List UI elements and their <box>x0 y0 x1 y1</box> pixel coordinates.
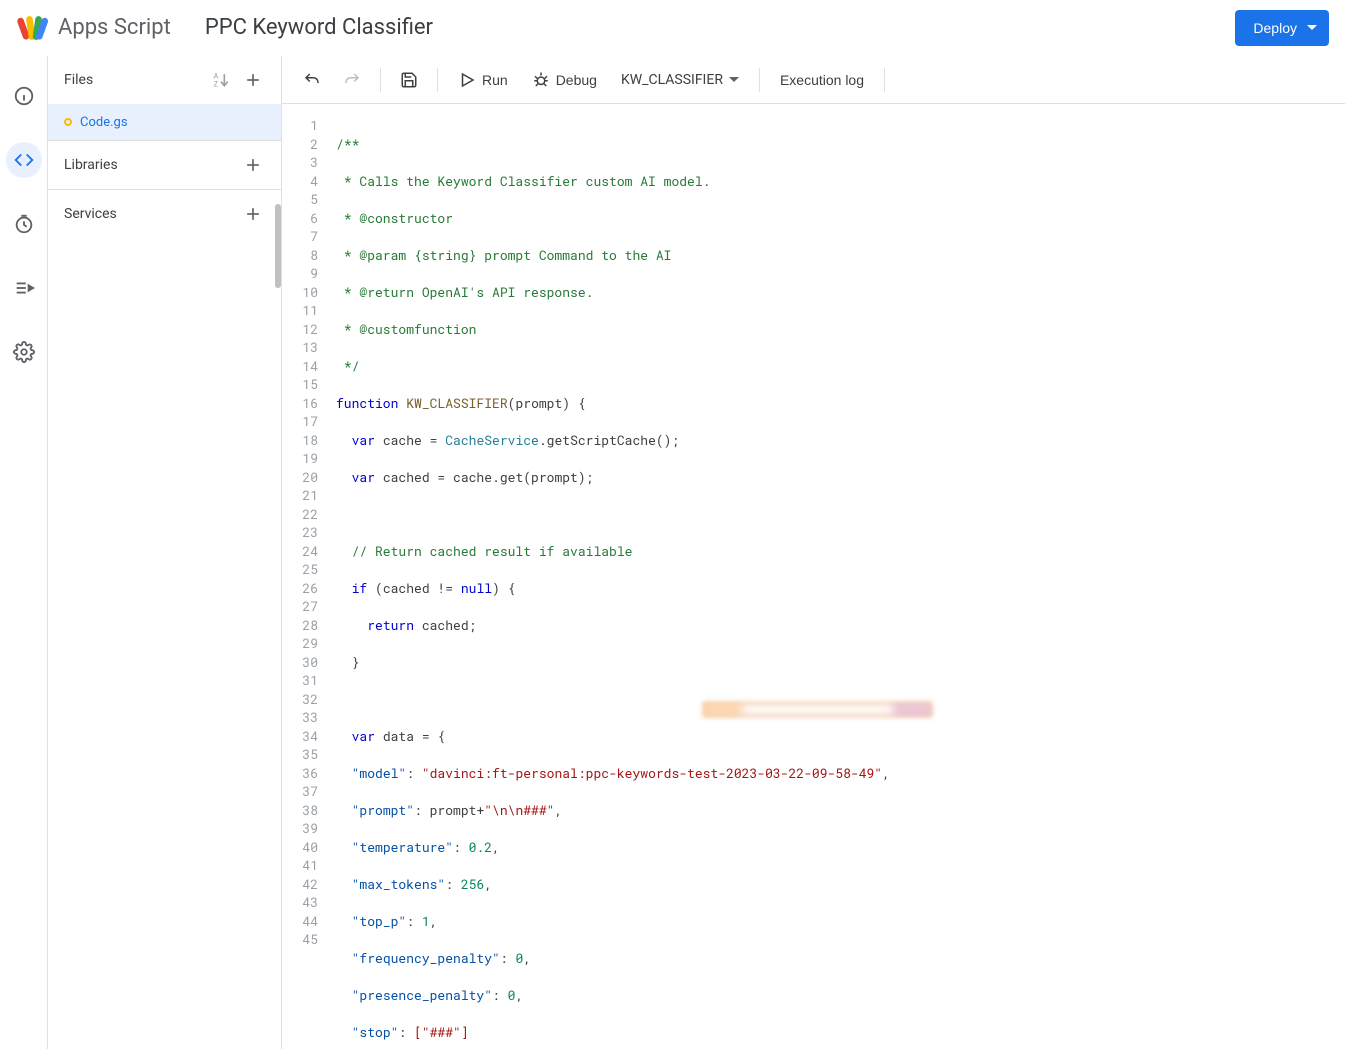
redacted-api-key <box>702 701 933 718</box>
files-header: Files AZ <box>48 56 281 104</box>
editor-toolbar: Run Debug KW_CLASSIFIER Execution log <box>282 56 1345 104</box>
apps-script-logo-icon <box>16 12 48 44</box>
exec-log-label: Execution log <box>780 72 864 88</box>
triggers-icon[interactable] <box>6 206 42 242</box>
file-item-code-gs[interactable]: Code.gs <box>48 104 281 140</box>
brand-block: Apps Script <box>16 12 171 44</box>
code-content[interactable]: /** * Calls the Keyword Classifier custo… <box>328 104 1345 1049</box>
function-name: KW_CLASSIFIER <box>621 72 723 88</box>
brand-text: Apps Script <box>58 15 171 40</box>
add-service-icon[interactable] <box>237 198 269 230</box>
file-name: Code.gs <box>80 115 128 130</box>
settings-icon[interactable] <box>6 334 42 370</box>
function-select[interactable]: KW_CLASSIFIER <box>611 62 749 98</box>
sort-icon[interactable]: AZ <box>205 64 237 96</box>
add-file-icon[interactable] <box>237 64 269 96</box>
sidebar: Files AZ Code.gs Libraries <box>48 56 282 1049</box>
line-gutter: 1234567891011121314151617181920212223242… <box>282 104 328 1049</box>
unsaved-icon <box>64 118 72 126</box>
run-label: Run <box>482 72 508 88</box>
files-label: Files <box>64 72 93 88</box>
code-editor[interactable]: 1234567891011121314151617181920212223242… <box>282 104 1345 1049</box>
undo-button[interactable] <box>294 62 330 98</box>
left-rail <box>0 56 48 1049</box>
libraries-label: Libraries <box>64 157 118 173</box>
libraries-header: Libraries <box>48 141 281 189</box>
editor-icon[interactable] <box>6 142 42 178</box>
executions-icon[interactable] <box>6 270 42 306</box>
run-button[interactable]: Run <box>448 62 518 98</box>
project-title[interactable]: PPC Keyword Classifier <box>205 15 433 40</box>
debug-label: Debug <box>556 72 597 88</box>
services-header: Services <box>48 190 281 238</box>
services-label: Services <box>64 206 117 222</box>
scrollbar-thumb[interactable] <box>275 204 281 288</box>
execution-log-button[interactable]: Execution log <box>770 62 874 98</box>
deploy-label: Deploy <box>1253 20 1297 36</box>
redo-button[interactable] <box>334 62 370 98</box>
deploy-button[interactable]: Deploy <box>1235 10 1329 46</box>
chevron-down-icon <box>729 77 739 82</box>
svg-text:Z: Z <box>214 80 219 89</box>
add-library-icon[interactable] <box>237 149 269 181</box>
overview-icon[interactable] <box>6 78 42 114</box>
chevron-down-icon <box>1307 25 1317 30</box>
app-header: Apps Script PPC Keyword Classifier Deplo… <box>0 0 1345 56</box>
debug-button[interactable]: Debug <box>522 62 607 98</box>
save-button[interactable] <box>391 62 427 98</box>
